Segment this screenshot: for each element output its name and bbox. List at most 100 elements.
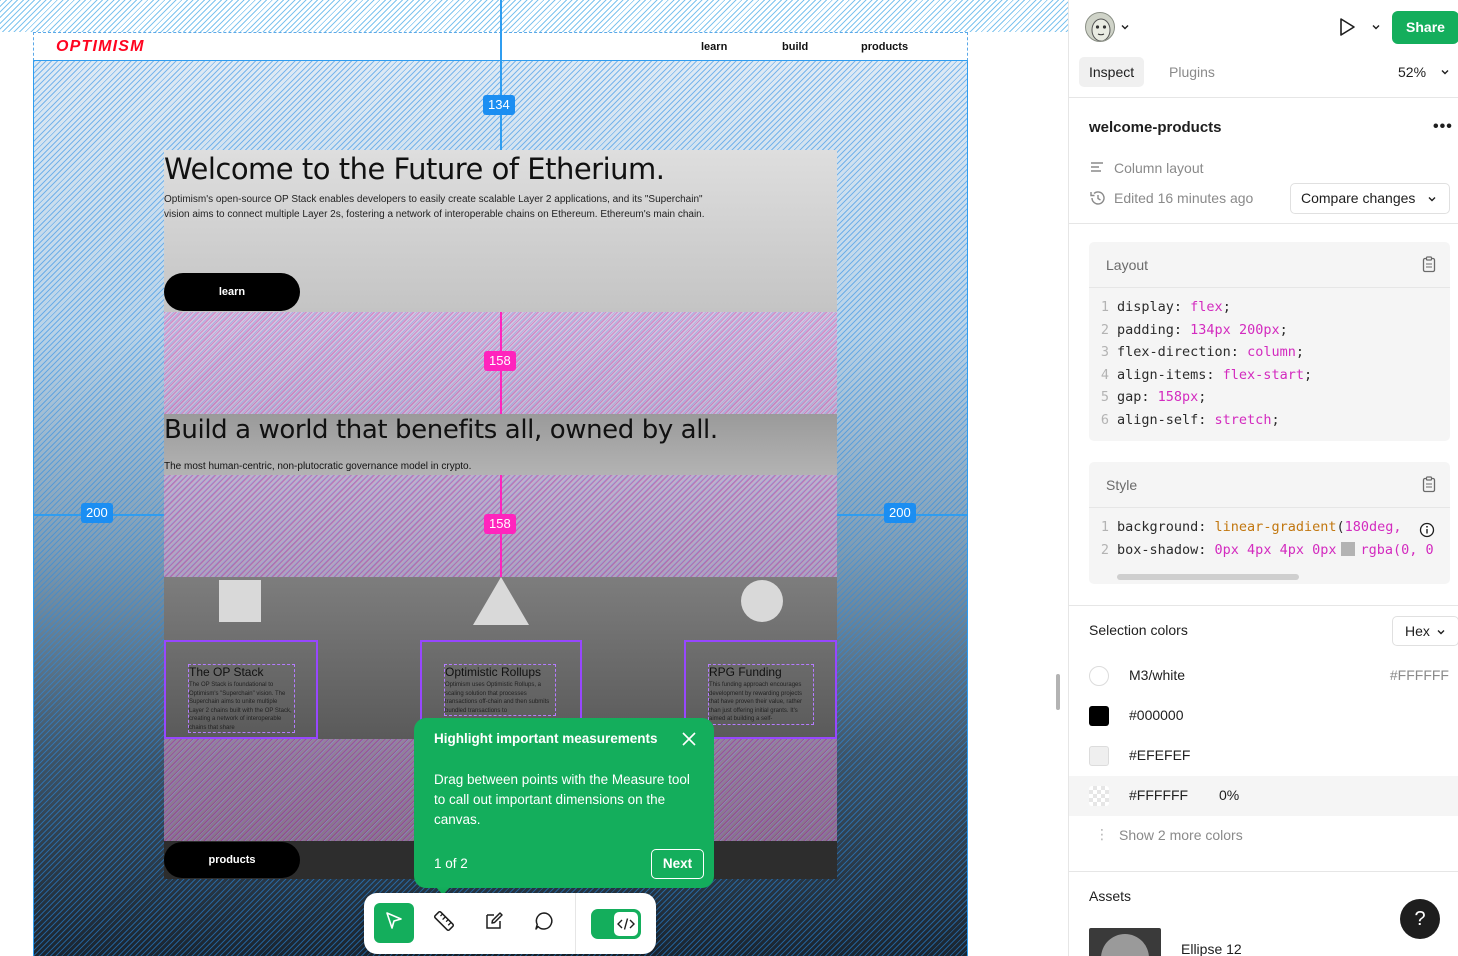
annotate-icon <box>483 910 505 937</box>
products-button[interactable]: products <box>164 842 300 878</box>
governance-section[interactable]: Build a world that benefits all, owned b… <box>164 414 837 475</box>
color-row[interactable]: #FFFFFF 0% <box>1069 776 1458 816</box>
code-line: 6 align-self: stretch; <box>1100 411 1280 428</box>
card-title: Optimistic Rollups <box>445 665 542 679</box>
comment-icon <box>533 910 555 937</box>
circle-shape <box>741 580 783 622</box>
code-line: 3 flex-direction: column; <box>1100 344 1304 361</box>
color-chip <box>1341 541 1356 556</box>
chevron-down-icon <box>1437 630 1445 635</box>
onboarding-tooltip: Highlight important measurements Drag be… <box>414 718 714 888</box>
tooltip-next-button[interactable]: Next <box>651 849 704 879</box>
move-icon <box>383 910 405 937</box>
color-name: #000000 <box>1129 707 1184 723</box>
card-text: The OP Stack is foundational to Optimism… <box>189 682 292 731</box>
tab-inspect[interactable]: Inspect <box>1079 57 1145 87</box>
hero-body: Optimism's open-source OP Stack enables … <box>164 194 705 220</box>
card-title: The OP Stack <box>189 665 264 679</box>
code-line: 2 padding: 134px 200px; <box>1100 321 1288 338</box>
optimism-logo: OPTIMISM <box>56 38 145 55</box>
code-line: 4 align-items: flex-start; <box>1100 366 1313 383</box>
compare-label: Compare changes <box>1301 190 1416 206</box>
color-row[interactable]: M3/white #FFFFFF <box>1069 656 1458 696</box>
zoom-level[interactable]: 52% <box>1398 64 1426 80</box>
bottom-toolbar <box>364 893 656 954</box>
tab-plugins[interactable]: Plugins <box>1159 57 1225 87</box>
layout-card-header: Layout <box>1089 242 1450 288</box>
card-title: RPG Funding <box>709 665 782 679</box>
color-name: #FFFFFF <box>1129 787 1189 803</box>
code-line: 1 background: linear-gradient(180deg, <box>1100 519 1402 535</box>
share-button[interactable]: Share <box>1392 11 1458 44</box>
chevron-down-icon[interactable] <box>1371 22 1381 32</box>
toolbar-divider <box>575 893 576 954</box>
style-code-card: Style 1 background: linear-gradient(180de… <box>1089 462 1450 584</box>
chevron-down-icon[interactable] <box>1120 22 1130 32</box>
divider <box>1069 97 1458 98</box>
card-op-stack[interactable]: The OP Stack The OP Stack is foundationa… <box>164 640 318 739</box>
selection-name: welcome-products <box>1089 119 1222 136</box>
features-section[interactable]: The OP Stack The OP Stack is foundationa… <box>164 577 837 739</box>
asset-thumbnail[interactable] <box>1089 928 1161 956</box>
color-row[interactable]: #000000 <box>1069 696 1458 736</box>
play-icon[interactable] <box>1338 17 1356 37</box>
help-button[interactable]: ? <box>1400 899 1440 939</box>
tooltip-step: 1 of 2 <box>434 856 468 871</box>
copy-icon[interactable] <box>1422 256 1436 273</box>
dev-mode-toggle[interactable] <box>591 909 641 939</box>
panel-resize-handle[interactable] <box>1056 674 1060 710</box>
color-swatch <box>1089 706 1109 726</box>
inspect-panel: Share Inspect Plugins 52% welcome-produc… <box>1068 0 1458 956</box>
measure-badge-top: 134 <box>483 95 515 115</box>
divider <box>1069 605 1458 606</box>
dots-icon: ⋮ <box>1095 826 1109 842</box>
hero-title: Welcome to the Future of Etherium. <box>164 152 665 186</box>
card-op-stack-content: The OP Stack The OP Stack is foundationa… <box>188 664 295 733</box>
color-swatch <box>1089 786 1109 806</box>
measure-tool-button[interactable] <box>424 903 464 943</box>
card-rpg-content: RPG Funding This funding approach encour… <box>708 664 814 725</box>
nav-link-build[interactable]: build <box>782 41 808 53</box>
divider <box>1069 871 1458 872</box>
horizontal-scrollbar[interactable] <box>1117 574 1299 580</box>
style-card-header: Style <box>1089 462 1450 508</box>
avatar[interactable] <box>1085 12 1115 42</box>
ellipse-preview <box>1101 934 1149 956</box>
move-tool-button[interactable] <box>374 903 414 943</box>
selection-colors-title: Selection colors <box>1089 622 1188 638</box>
asset-name[interactable]: Ellipse 12 <box>1181 941 1242 956</box>
design-canvas[interactable]: OPTIMISM learn build products 134 Welcom… <box>0 0 1068 956</box>
layout-code[interactable]: 1 display: flex; 2 padding: 134px 200px; 3… <box>1089 288 1450 440</box>
hero-section[interactable]: Welcome to the Future of Etherium. Optim… <box>164 150 837 312</box>
measure-icon <box>432 909 456 938</box>
chevron-down-icon[interactable] <box>1440 67 1450 77</box>
triangle-shape <box>473 577 529 625</box>
close-icon[interactable] <box>680 730 698 748</box>
card-text: This funding approach encourages develop… <box>709 682 803 722</box>
nav-link-products[interactable]: products <box>861 41 908 53</box>
code-line: 2 box-shadow: 0px 4px 4px 0px rgba(0, 0 <box>1100 541 1434 558</box>
color-format-select[interactable]: Hex <box>1392 616 1458 646</box>
copy-icon[interactable] <box>1422 476 1436 493</box>
nav-link-learn[interactable]: learn <box>701 41 727 53</box>
layout-card-title: Layout <box>1106 257 1149 273</box>
assets-title: Assets <box>1089 888 1132 904</box>
color-row[interactable]: #EFEFEF <box>1069 736 1458 776</box>
code-icon <box>614 912 638 936</box>
style-code[interactable]: 1 background: linear-gradient(180deg, 2 bo… <box>1089 508 1450 569</box>
color-opacity: 0% <box>1219 787 1240 803</box>
learn-button[interactable]: learn <box>164 273 300 311</box>
comment-tool-button[interactable] <box>524 903 564 943</box>
color-swatch <box>1089 666 1109 686</box>
more-options-icon[interactable]: ••• <box>1433 118 1453 136</box>
compare-changes-button[interactable]: Compare changes <box>1290 183 1450 214</box>
color-format-value: Hex <box>1405 623 1430 639</box>
info-icon[interactable] <box>1419 522 1435 538</box>
tooltip-title: Highlight important measurements <box>434 731 658 746</box>
edited-row: Edited 16 minutes ago <box>1089 190 1253 206</box>
square-shape <box>219 580 261 622</box>
show-more-colors-link[interactable]: Show 2 more colors <box>1119 827 1243 843</box>
gap-badge-1: 158 <box>484 351 516 371</box>
annotate-tool-button[interactable] <box>474 903 514 943</box>
color-swatch <box>1089 746 1109 766</box>
